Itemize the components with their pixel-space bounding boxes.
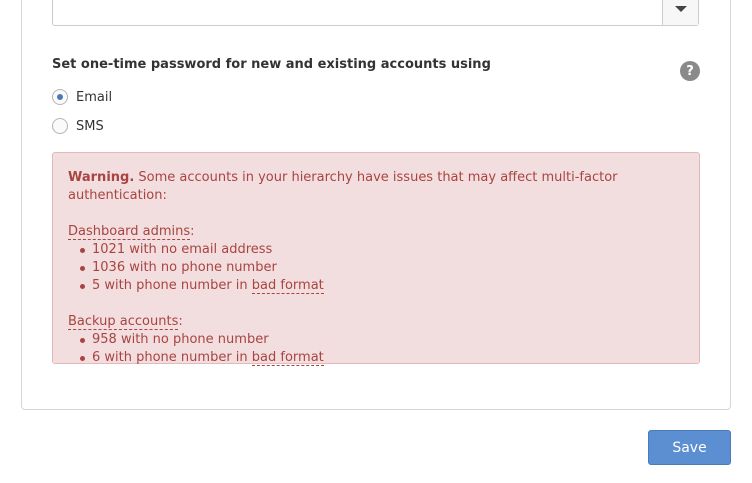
backup-accounts-link[interactable]: Backup accounts [68,314,179,330]
list-item-text: 1021 with no email address [92,242,273,257]
dashboard-admins-link[interactable]: Dashboard admins [68,224,191,240]
otp-method-heading: Set one-time password for new and existi… [52,57,491,72]
list-item-text: 1036 with no phone number [92,260,277,275]
backup-accounts-list: 958 with no phone number 6 with phone nu… [68,331,684,367]
warning-message: Warning. Some accounts in your hierarchy… [68,169,684,205]
list-item: 1021 with no email address [80,241,684,259]
list-item: 958 with no phone number [80,331,684,349]
dropdown-select[interactable] [52,0,699,26]
radio-email[interactable]: Email [52,89,112,105]
list-item: 6 with phone number in bad format [80,349,684,367]
dropdown-toggle[interactable] [662,0,698,25]
radio-sms-button[interactable] [52,118,68,134]
radio-email-button[interactable] [52,89,68,105]
radio-sms[interactable]: SMS [52,118,104,134]
list-item: 1036 with no phone number [80,259,684,277]
warning-text: Some accounts in your hierarchy have iss… [68,170,618,203]
radio-selected-dot [57,94,63,100]
radio-sms-label: SMS [76,118,104,134]
bad-format-link[interactable]: bad format [251,350,324,366]
warning-alert: Warning. Some accounts in your hierarchy… [52,152,700,367]
list-item-text: 958 with no phone number [92,332,269,347]
chevron-down-icon [674,6,687,12]
dashboard-admins-title: Dashboard admins: [68,223,195,241]
warning-lead: Warning. [68,170,135,185]
help-icon[interactable]: ? [680,61,700,81]
colon: : [178,314,183,329]
radio-email-label: Email [76,89,113,105]
list-item-text: 5 with phone number in [92,278,252,293]
list-item: 5 with phone number in bad format [80,277,684,295]
save-button[interactable]: Save [648,430,731,465]
dashboard-admins-list: 1021 with no email address 1036 with no … [68,241,684,295]
backup-accounts-title: Backup accounts: [68,313,183,331]
colon: : [190,224,195,239]
bad-format-link[interactable]: bad format [251,278,324,294]
list-item-text: 6 with phone number in [92,350,252,365]
